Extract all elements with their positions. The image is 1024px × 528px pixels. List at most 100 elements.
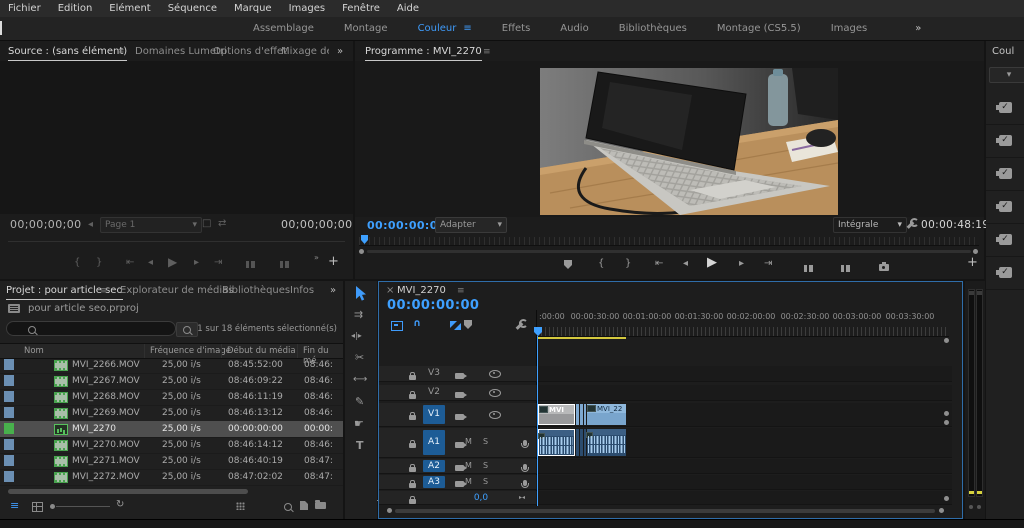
project-horizontal-scrollbar[interactable] (8, 489, 248, 494)
project-tabs-overflow-icon[interactable]: » (330, 285, 336, 296)
sync-lock-icon[interactable] (455, 373, 468, 379)
track-output-eye-icon[interactable] (489, 370, 502, 378)
program-add-marker-button[interactable] (564, 260, 572, 269)
menu-images[interactable]: Images (289, 3, 326, 14)
sync-lock-icon[interactable] (455, 465, 468, 471)
lock-icon[interactable] (409, 372, 416, 380)
menu-element[interactable]: Elément (109, 3, 150, 14)
label-color-chip[interactable] (4, 471, 14, 482)
new-item-button[interactable] (300, 501, 308, 510)
cell-name[interactable]: MVI_2271.MOV (72, 456, 140, 466)
lock-icon[interactable] (409, 440, 416, 448)
voiceover-mic-icon[interactable] (521, 440, 530, 448)
track-content-master[interactable] (536, 491, 952, 505)
track-target-a1[interactable]: A1 (423, 430, 445, 455)
meter-mute-indicator[interactable] (977, 505, 981, 509)
video-track-resize-handle[interactable] (944, 411, 949, 416)
track-target-v1[interactable]: V1 (423, 405, 445, 424)
lock-icon[interactable] (409, 391, 416, 399)
track-content-a3[interactable] (536, 475, 952, 490)
ruler-scroll-handle[interactable] (944, 338, 949, 343)
track-output-eye-icon[interactable] (489, 411, 502, 419)
mute-button[interactable]: M (465, 437, 472, 446)
lock-icon[interactable] (409, 496, 416, 504)
find-button[interactable] (284, 503, 293, 511)
track-content-v2[interactable] (536, 385, 952, 401)
source-tabs-overflow-icon[interactable]: » (337, 46, 343, 57)
menu-edition[interactable]: Edition (58, 3, 93, 14)
timeline-horizontal-scrollbar[interactable] (395, 509, 935, 513)
source-goto-in-button[interactable]: ⇤ (126, 257, 134, 268)
tab-bibliotheques-2[interactable]: Bibliothèques (222, 285, 290, 296)
source-settings-box-icon[interactable]: □ (202, 218, 211, 229)
source-add-button[interactable]: + (328, 254, 339, 269)
timeline-hscroll-left-handle[interactable] (387, 508, 392, 513)
source-goto-out-button[interactable]: ⇥ (214, 257, 222, 268)
source-insert-icon[interactable] (246, 261, 255, 268)
lumetri-check-vignette[interactable]: ✓ (986, 256, 1024, 290)
source-mark-out-button[interactable]: } (96, 257, 102, 268)
table-row[interactable]: MVI_2271.MOV 25,00 i/s 08:46:40:19 08:47… (0, 453, 343, 470)
program-scrollbar-right-handle[interactable] (973, 249, 978, 254)
lumetri-check-hsl[interactable]: ✓ (986, 223, 1024, 257)
icon-view-button[interactable] (32, 502, 43, 512)
timeline-tab[interactable]: MVI_2270 (397, 285, 446, 296)
linked-selection-toggle[interactable] (450, 321, 462, 330)
vertical-fit-icon[interactable]: ▸◂ (519, 494, 525, 501)
meter-mute-indicator[interactable] (969, 505, 973, 509)
program-step-back-button[interactable]: ◂ (683, 258, 688, 269)
program-current-timecode[interactable]: 00:00:00:00 (367, 219, 446, 232)
tab-images[interactable]: Images (831, 23, 868, 34)
project-bin-icon[interactable] (8, 304, 20, 313)
label-color-chip[interactable] (4, 439, 14, 450)
program-lift-button[interactable] (804, 265, 814, 272)
program-time-ruler[interactable] (359, 235, 979, 246)
cell-name[interactable]: MVI_2268.MOV (72, 392, 140, 402)
pen-tool[interactable]: ✎ (355, 395, 364, 408)
voiceover-mic-icon[interactable] (521, 464, 530, 472)
program-scrollbar-left-handle[interactable] (359, 249, 364, 254)
program-settings-wrench-icon[interactable] (906, 221, 915, 229)
program-scrollbar[interactable] (367, 250, 971, 253)
hand-tool[interactable]: ☛ (354, 417, 364, 430)
table-row[interactable]: MVI_2266.MOV 25,00 i/s 08:45:52:00 08:46… (0, 357, 343, 374)
source-play-button[interactable]: ▶ (168, 255, 177, 269)
label-color-chip[interactable] (4, 423, 14, 434)
solo-button[interactable]: S (483, 437, 488, 446)
lumetri-collapse-select[interactable]: ▾ (989, 67, 1024, 83)
tab-source[interactable]: Source : (sans élément) (8, 46, 128, 61)
track-content-v3[interactable] (536, 366, 952, 382)
timeline-ruler-ticks[interactable] (537, 327, 949, 337)
track-target-v2[interactable]: V2 (423, 387, 445, 397)
label-color-chip[interactable] (4, 375, 14, 386)
cell-name[interactable]: MVI_2267.MOV (72, 376, 140, 386)
sync-lock-icon[interactable] (455, 392, 468, 398)
tab-infos[interactable]: Infos (290, 285, 314, 296)
ripple-edit-tool[interactable]: ◂|▸ (351, 331, 362, 340)
program-add-button[interactable]: + (967, 255, 978, 270)
cell-name[interactable]: MVI_2270.MOV (72, 440, 140, 450)
label-color-chip[interactable] (4, 407, 14, 418)
timeline-audio-clip-sliver[interactable] (584, 429, 586, 456)
program-mark-in-button[interactable]: { (598, 258, 604, 269)
source-zoom-scrollbar[interactable] (8, 241, 345, 242)
snap-toggle[interactable]: ∩ (413, 318, 421, 329)
source-page-selector[interactable]: Page 1 ▾ (100, 217, 202, 233)
table-row-selected[interactable]: MVI_2270 25,00 i/s 00:00:00:00 00:00: (0, 421, 343, 438)
source-compare-icon[interactable]: ⇄ (218, 218, 226, 229)
timeline-tab-close-icon[interactable]: × (386, 285, 394, 296)
project-file-name[interactable]: pour article seo.prproj (28, 303, 139, 314)
timeline-hscroll-right-handle[interactable] (939, 508, 944, 513)
tab-montage[interactable]: Montage (344, 23, 388, 34)
timeline-audio-clip-selected[interactable] (538, 429, 575, 456)
timeline-clip-v1[interactable]: MVI_22 (587, 404, 626, 425)
menu-fichier[interactable]: Fichier (8, 3, 41, 14)
tab-montage-cs55[interactable]: Montage (CS5.5) (717, 23, 801, 34)
automate-to-sequence-button[interactable] (236, 502, 245, 510)
tab-assemblage[interactable]: Assemblage (253, 23, 314, 34)
tab-explorateur[interactable]: Explorateur de médias (120, 285, 233, 296)
column-debut[interactable]: Début du média (227, 346, 296, 356)
slip-tool[interactable]: ⟷ (353, 374, 367, 385)
program-play-button[interactable]: ▶ (707, 255, 717, 270)
source-step-fwd-button[interactable]: ▸ (194, 257, 199, 268)
